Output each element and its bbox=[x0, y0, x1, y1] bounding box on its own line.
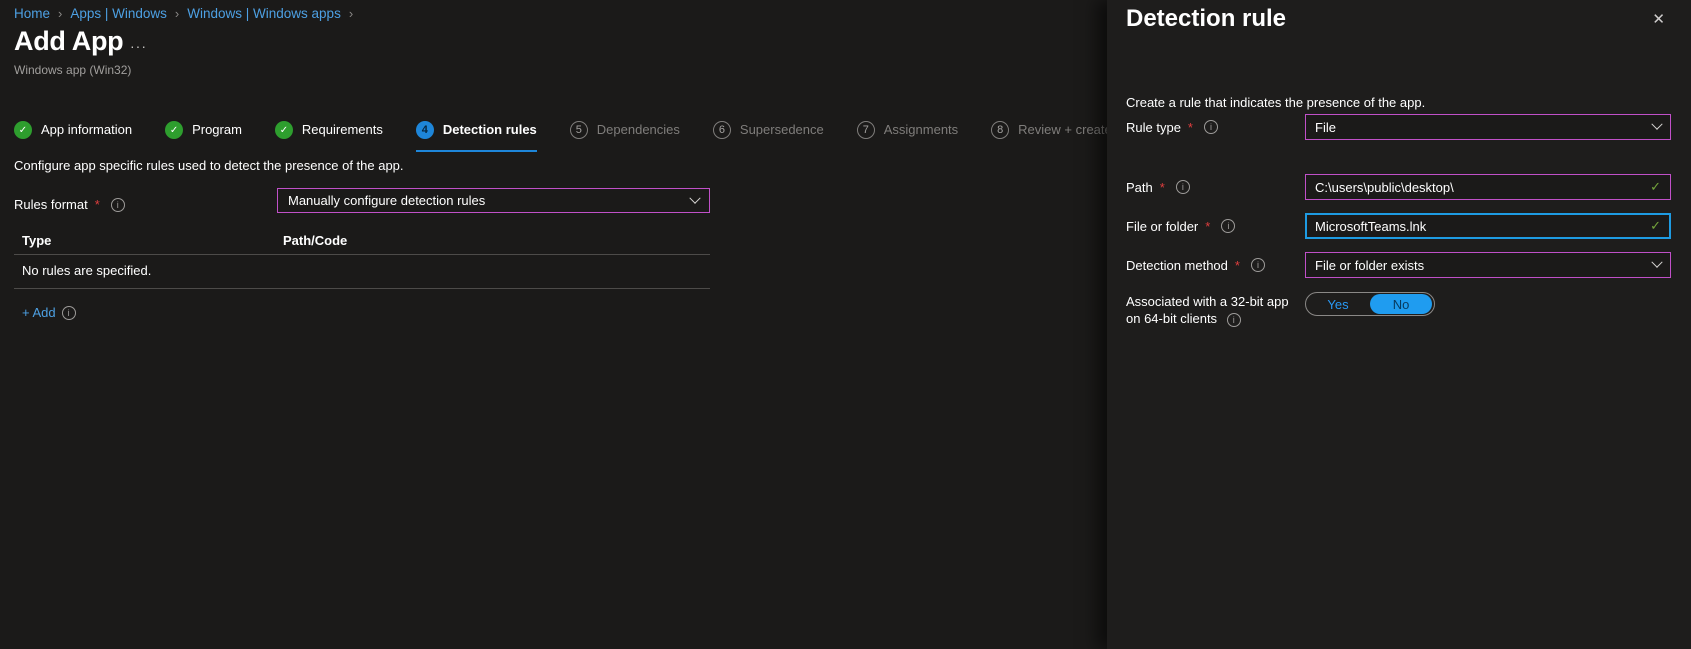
detection-rule-panel: Detection rule ✕ Create a rule that indi… bbox=[1107, 0, 1691, 649]
step-label: Review + create bbox=[1018, 122, 1112, 137]
rules-table-header: Type Path/Code bbox=[22, 233, 347, 248]
step-supersedence[interactable]: 6 Supersedence bbox=[712, 121, 824, 152]
info-icon[interactable]: i bbox=[1175, 180, 1190, 194]
step-done-check-icon: ✓ bbox=[14, 121, 32, 139]
rules-format-select[interactable]: Manually configure detection rules bbox=[277, 188, 710, 213]
file-or-folder-value: MicrosoftTeams.lnk bbox=[1315, 218, 1427, 234]
label-text: Rule type bbox=[1126, 119, 1181, 135]
label-text: on 64-bit clients bbox=[1126, 311, 1218, 326]
rule-type-row: Rule type * i File bbox=[1126, 114, 1671, 140]
column-type: Type bbox=[22, 233, 52, 248]
step-review-create[interactable]: 8 Review + create bbox=[991, 121, 1112, 152]
table-divider bbox=[14, 288, 710, 289]
step-done-check-icon: ✓ bbox=[165, 121, 184, 139]
step-app-information[interactable]: ✓ App information bbox=[14, 121, 132, 152]
chevron-down-icon bbox=[1651, 118, 1663, 130]
step-label: Requirements bbox=[301, 122, 383, 137]
required-marker: * bbox=[1159, 179, 1165, 195]
detection-method-label: Detection method * i bbox=[1126, 252, 1305, 278]
info-icon[interactable]: i bbox=[1221, 219, 1236, 233]
panel-description: Create a rule that indicates the presenc… bbox=[1126, 95, 1426, 110]
step-label: Dependencies bbox=[596, 122, 680, 137]
path-label: Path * i bbox=[1126, 174, 1305, 200]
label-text: Path bbox=[1126, 179, 1153, 195]
step-label: App information bbox=[41, 122, 133, 137]
close-icon[interactable]: ✕ bbox=[1652, 10, 1665, 28]
detection-method-value: File or folder exists bbox=[1315, 257, 1425, 273]
file-or-folder-row: File or folder * i MicrosoftTeams.lnk ✓ bbox=[1126, 213, 1671, 239]
table-empty-message: No rules are specified. bbox=[22, 263, 152, 278]
breadcrumb-separator-icon: › bbox=[348, 6, 354, 21]
detection-method-select[interactable]: File or folder exists bbox=[1305, 252, 1671, 278]
step-number-badge: 7 bbox=[856, 121, 875, 139]
table-divider bbox=[14, 254, 710, 255]
rules-format-label: Rules format * i bbox=[14, 192, 125, 217]
label-text: File or folder bbox=[1126, 218, 1199, 234]
rule-type-value: File bbox=[1315, 119, 1336, 135]
step-done-check-icon: ✓ bbox=[274, 121, 293, 139]
breadcrumb: Home › Apps | Windows › Windows | Window… bbox=[14, 6, 353, 21]
label-text: Detection method bbox=[1126, 257, 1228, 273]
breadcrumb-home[interactable]: Home bbox=[14, 6, 50, 21]
info-icon[interactable]: i bbox=[1250, 258, 1265, 272]
label-text: Associated with a 32-bit app bbox=[1126, 294, 1289, 309]
chevron-down-icon bbox=[1651, 256, 1663, 268]
path-input[interactable]: C:\users\public\desktop\ ✓ bbox=[1305, 174, 1671, 200]
valid-check-icon: ✓ bbox=[1650, 218, 1661, 233]
rule-type-label: Rule type * i bbox=[1126, 114, 1305, 140]
step-dependencies[interactable]: 5 Dependencies bbox=[569, 121, 680, 152]
step-number-badge: 8 bbox=[991, 121, 1010, 139]
add-rule-label: + Add bbox=[22, 305, 56, 320]
step-requirements[interactable]: ✓ Requirements bbox=[274, 121, 383, 152]
info-icon[interactable]: i bbox=[110, 197, 125, 212]
step-number-badge: 6 bbox=[712, 121, 731, 139]
breadcrumb-separator-icon: › bbox=[174, 6, 180, 21]
step-label: Assignments bbox=[883, 122, 959, 137]
path-row: Path * i C:\users\public\desktop\ ✓ bbox=[1126, 174, 1671, 200]
associated-32bit-label: Associated with a 32-bit app on 64-bit c… bbox=[1126, 291, 1305, 327]
required-marker: * bbox=[1187, 119, 1193, 135]
breadcrumb-windows-apps[interactable]: Windows | Windows apps bbox=[187, 6, 341, 21]
step-label: Detection rules bbox=[442, 122, 537, 137]
required-marker: * bbox=[1205, 218, 1211, 234]
required-marker: * bbox=[94, 197, 100, 212]
breadcrumb-apps-windows[interactable]: Apps | Windows bbox=[70, 6, 167, 21]
breadcrumb-separator-icon: › bbox=[58, 6, 63, 21]
detection-method-row: Detection method * i File or folder exis… bbox=[1126, 252, 1671, 278]
rule-type-select[interactable]: File bbox=[1305, 114, 1671, 140]
rules-format-value: Manually configure detection rules bbox=[288, 193, 486, 208]
column-path-code: Path/Code bbox=[283, 233, 348, 248]
chevron-down-icon bbox=[689, 192, 701, 204]
add-rule-button[interactable]: + Add i bbox=[22, 305, 76, 320]
more-options-icon[interactable]: ··· bbox=[130, 38, 147, 54]
page-title: Add App bbox=[14, 26, 124, 56]
step-detection-rules[interactable]: 4 Detection rules bbox=[415, 121, 537, 152]
toggle-option-yes[interactable]: Yes bbox=[1306, 297, 1370, 312]
info-icon[interactable]: i bbox=[61, 305, 76, 320]
required-marker: * bbox=[1234, 257, 1240, 273]
step-label: Program bbox=[192, 122, 242, 137]
step-label: Supersedence bbox=[739, 122, 824, 137]
valid-check-icon: ✓ bbox=[1650, 179, 1661, 194]
associated-32bit-toggle[interactable]: Yes No bbox=[1305, 292, 1435, 316]
label-text: Rules format bbox=[14, 197, 88, 212]
step-number-badge: 5 bbox=[569, 121, 588, 139]
file-or-folder-label: File or folder * i bbox=[1126, 213, 1305, 239]
step-number-badge: 4 bbox=[415, 121, 434, 139]
section-description: Configure app specific rules used to det… bbox=[14, 158, 404, 173]
file-or-folder-input[interactable]: MicrosoftTeams.lnk ✓ bbox=[1305, 213, 1671, 239]
toggle-option-no[interactable]: No bbox=[1370, 294, 1432, 314]
info-icon[interactable]: i bbox=[1226, 313, 1241, 327]
step-program[interactable]: ✓ Program bbox=[165, 121, 242, 152]
step-assignments[interactable]: 7 Assignments bbox=[856, 121, 959, 152]
panel-title: Detection rule bbox=[1126, 5, 1287, 32]
associated-32bit-row: Associated with a 32-bit app on 64-bit c… bbox=[1126, 291, 1435, 327]
path-value: C:\users\public\desktop\ bbox=[1315, 179, 1454, 195]
info-icon[interactable]: i bbox=[1203, 120, 1218, 134]
page-subtitle: Windows app (Win32) bbox=[14, 63, 132, 77]
